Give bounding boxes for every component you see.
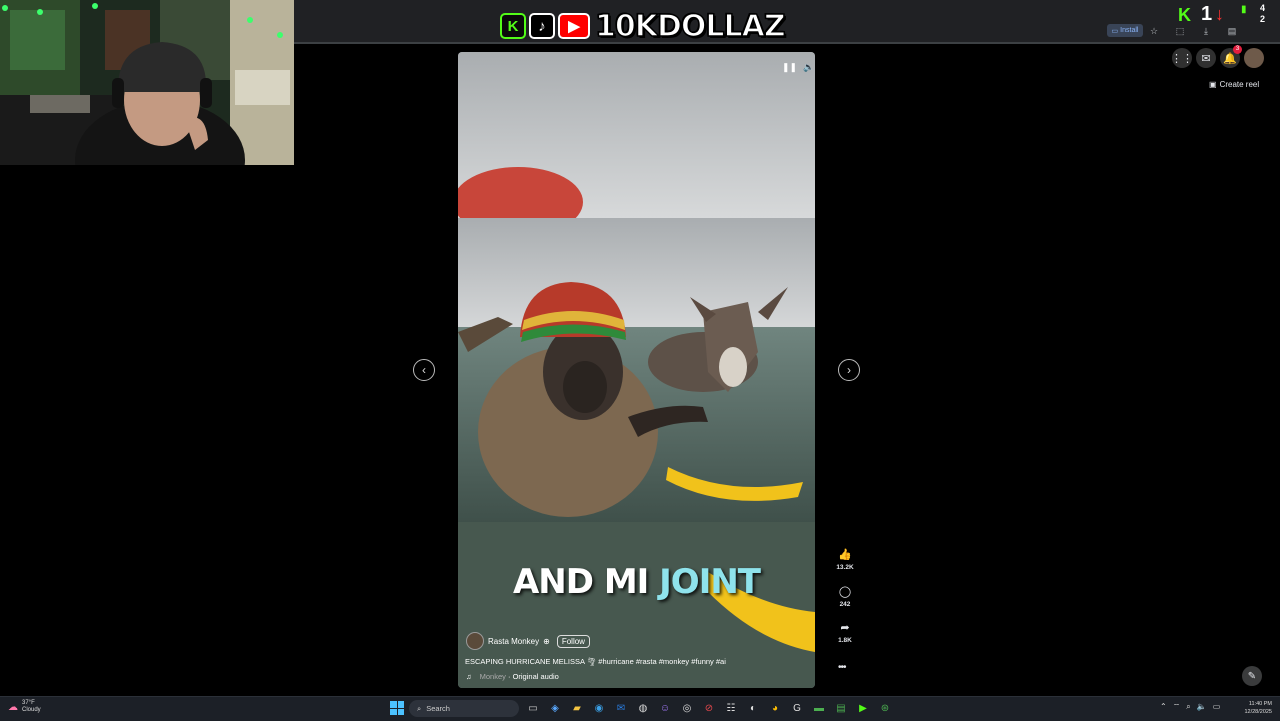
video-controls: ❚❚ 🔈 [782,62,814,73]
pause-icon[interactable]: ❚❚ [782,62,797,73]
app-icon[interactable]: ☷ [723,701,739,716]
windows-start-button[interactable] [390,701,404,715]
reel-description: ESCAPING HURRICANE MELISSA 🌪 #hurricane … [465,657,726,666]
share-count: 1.8K [838,637,852,644]
weather-widget[interactable]: ☁ 37°F Cloudy [8,700,41,714]
down-arrow-icon: ↓ [1215,4,1224,24]
owner-avatar[interactable] [466,632,484,650]
audio-label: Original audio [512,672,559,681]
counter-small-bottom: 2 [1260,14,1266,24]
weather-temp: 37°F [22,700,35,706]
file-explorer-icon[interactable]: ▰ [569,701,585,716]
clock-time: 11:40 PM [1248,701,1272,707]
comment-count: 242 [839,601,851,608]
task-view-icon[interactable]: ▭ [525,701,541,716]
caption-highlight: JOINT [659,562,761,602]
tray-chevron-icon[interactable]: ⌃ [1160,702,1167,712]
kick-logo-icon: K [500,13,526,39]
weather-desc: Cloudy [22,707,41,713]
notification-badge: 3 [1233,45,1242,54]
caption-text: AND MI [512,562,649,602]
audio-wave-icon: ♫ [466,672,472,681]
windows-taskbar: ☁ 37°F Cloudy ⌕ Search ▭ ◈ ▰ ◉ ✉ ◍ ☺ ◎ ⊘ … [0,696,1280,721]
obs-icon[interactable]: ◎ [679,701,695,716]
tiktok-logo-icon: ♪ [529,13,555,39]
stream-banner: K ♪ ▶ 10KDOLLAZ [500,6,797,46]
audio-owner: Monkey [479,672,506,681]
next-reel-button[interactable]: › [838,359,860,381]
record-icon[interactable]: ⊘ [701,701,717,716]
install-icon: ▭ [1111,27,1119,35]
search-placeholder: Search [426,704,450,713]
like-count: 13.2K [836,564,854,571]
copilot-icon[interactable]: ◈ [547,701,563,716]
install-app-button[interactable]: ▭ Install [1107,24,1143,37]
channel-name: 10KDOLLAZ [594,8,786,45]
follow-button[interactable]: Follow [556,634,590,648]
chrome-icon[interactable]: ◕ [767,701,783,716]
more-options-icon[interactable]: ••• [838,662,846,673]
reel-audio[interactable]: ♫ Monkey · Original audio [466,672,559,681]
menu-grid-icon[interactable]: ⋮⋮ [1171,48,1193,68]
video-caption: AND MI JOINT [458,562,815,602]
chevron-right-icon: › [847,363,851,377]
search-icon: ⌕ [417,703,422,713]
clock-date: 12/28/2025 [1244,709,1272,715]
speaker-icon[interactable]: 🔈 [1197,702,1207,712]
volume-icon[interactable]: 🔈 [803,62,814,73]
edit-icon: ✎ [1247,670,1257,682]
reel-icon: ▣ [1209,79,1217,89]
comment-action[interactable]: ◯ 242 [835,585,855,608]
reel-video[interactable]: ❚❚ 🔈 AND MI JOINT Rasta Monkey ⊕ Follow … [458,52,815,688]
green-app-icon[interactable]: ▬ [811,701,827,716]
network-icon[interactable]: ⌔ [1173,702,1181,712]
bookmark-star-icon[interactable]: ☆ [1148,25,1160,37]
github-icon[interactable]: ◐ [745,701,761,716]
reel-owner: Rasta Monkey ⊕ Follow [466,632,590,650]
counter-value: 1 [1201,3,1213,25]
create-reel-button[interactable]: ▣ Create reel [1209,76,1267,92]
browser-icon[interactable]: G [789,701,805,716]
globe-icon: ⊕ [543,636,550,646]
taskbar-search[interactable]: ⌕ Search [409,700,519,717]
share-icon: ➦ [840,622,850,634]
previous-reel-button[interactable]: ‹ [413,359,435,381]
taskbar-apps: ▭ ◈ ▰ ◉ ✉ ◍ ☺ ◎ ⊘ ☷ ◐ ◕ G ▬ ▤ ▶ ⊛ [525,701,893,716]
webcam-feed [0,0,294,165]
counter-small-top: 4 [1260,3,1266,13]
comment-icon: ◯ [838,586,852,598]
system-tray: ⌃ ⌔ ⌕ 🔈 ▭ [1160,702,1220,712]
thumbs-up-icon: 👍 [838,549,852,561]
xbox-icon[interactable]: ⊛ [877,701,893,716]
edge-icon[interactable]: ◉ [591,701,607,716]
bar-chart-icon: ▮ [1241,4,1247,15]
mic-icon[interactable]: ⌕ [1186,702,1190,712]
outlook-icon[interactable]: ✉ [613,701,629,716]
battery-icon[interactable]: ▭ [1213,702,1221,712]
share-action[interactable]: ➦ 1.8K [835,621,855,644]
youtube-logo-icon: ▶ [558,13,590,39]
profile-avatar[interactable] [1244,48,1264,68]
owner-name[interactable]: Rasta Monkey [488,637,539,646]
messenger-icon[interactable]: ✉ [1196,48,1216,68]
discord-icon[interactable]: ☺ [657,701,673,716]
kick-app-icon[interactable]: ▶ [855,701,871,716]
compose-message-button[interactable]: ✎ [1242,666,1262,686]
chevron-left-icon: ‹ [422,363,426,377]
like-action[interactable]: 👍 13.2K [835,548,855,571]
steam-icon[interactable]: ◍ [635,701,651,716]
green-app2-icon[interactable]: ▤ [833,701,849,716]
weather-icon: ☁ [8,701,18,713]
taskbar-clock[interactable]: 11:40 PM 12/28/2025 [1238,700,1272,716]
kick-counter-icon: K [1178,5,1191,25]
stream-counter: K 1 ↓ ▮ 4 2 [1178,2,1278,28]
